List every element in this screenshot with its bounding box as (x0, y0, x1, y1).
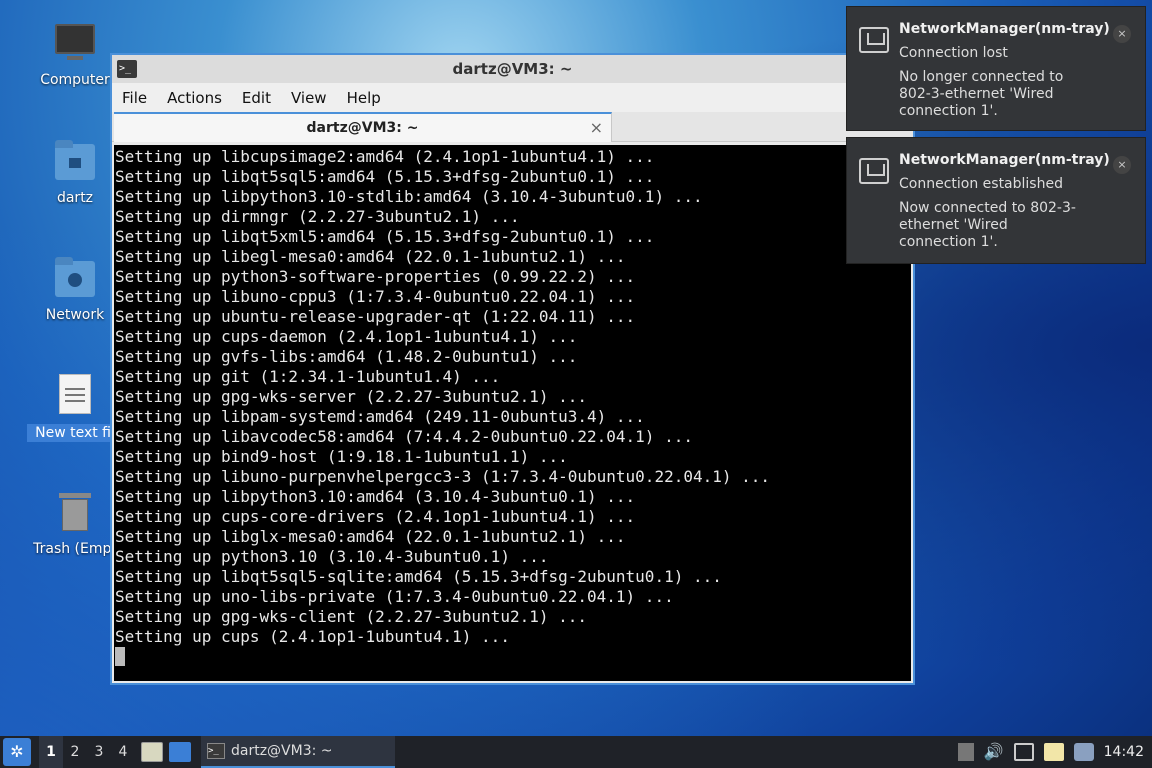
desktop-icon-network[interactable]: Network (27, 257, 123, 323)
menu-actions[interactable]: Actions (157, 89, 232, 107)
desktop-icon-home-folder[interactable]: dartz (27, 140, 123, 206)
terminal-line: Setting up libpython3.10:amd64 (3.10.4-3… (115, 487, 636, 506)
menu-view[interactable]: View (281, 89, 337, 107)
terminal-line: Setting up cups-daemon (2.4.1op1-1ubuntu… (115, 327, 578, 346)
terminal-line: Setting up cups-core-drivers (2.4.1op1-1… (115, 507, 636, 526)
menu-bar: File Actions Edit View Help (112, 83, 913, 112)
start-menu-icon[interactable]: ✲ (3, 738, 31, 766)
terminal-line: Setting up git (1:2.34.1-1ubuntu1.4) ... (115, 367, 501, 386)
tab-close-icon[interactable]: × (590, 118, 603, 137)
terminal-line: Setting up cups (2.4.1op1-1ubuntu4.1) ..… (115, 627, 510, 646)
terminal-line: Setting up gpg-wks-client (2.2.27-3ubunt… (115, 607, 588, 626)
notification-body: No longer connected to 802-3-ethernet 'W… (899, 69, 1064, 119)
tray-arrow-icon[interactable] (957, 743, 974, 761)
notification-connection-lost[interactable]: NetworkManager(nm-tray) Connection lost … (846, 6, 1146, 131)
tab-label: dartz@VM3: ~ (306, 120, 419, 136)
network-wired-icon[interactable] (1013, 743, 1034, 761)
volume-icon[interactable]: 🔊 (984, 743, 1004, 761)
terminal-line: Setting up ubuntu-release-upgrader-qt (1… (115, 307, 636, 326)
terminal-line: Setting up libpython3.10-stdlib:amd64 (3… (115, 187, 703, 206)
terminal-line: Setting up gpg-wks-server (2.2.27-3ubunt… (115, 387, 588, 406)
terminal-line: Setting up libavcodec58:amd64 (7:4.4.2-0… (115, 427, 693, 446)
tab-bar: dartz@VM3: ~ × (112, 112, 913, 142)
terminal-output[interactable]: Setting up libcupsimage2:amd64 (2.4.1op1… (114, 145, 911, 681)
notification-summary: Connection established (899, 176, 1063, 192)
window-title: dartz@VM3: ~ (452, 60, 573, 78)
network-folder-icon (53, 257, 97, 301)
workspace-1[interactable]: 1 (39, 736, 63, 768)
menu-edit[interactable]: Edit (232, 89, 281, 107)
close-icon[interactable]: × (1113, 156, 1131, 174)
notification-summary: Connection lost (899, 45, 1008, 61)
desktop-icon-label: Network (45, 307, 105, 323)
terminal-line: Setting up bind9-host (1:9.18.1-1ubuntu1… (115, 447, 568, 466)
terminal-line: Setting up libqt5sql5-sqlite:amd64 (5.15… (115, 567, 722, 586)
terminal-line: Setting up libegl-mesa0:amd64 (22.0.1-1u… (115, 247, 626, 266)
network-wired-icon (859, 27, 889, 53)
terminal-line: Setting up libpam-systemd:amd64 (249.11-… (115, 407, 645, 426)
network-wired-icon (859, 158, 889, 184)
notification-app: NetworkManager(nm-tray) (899, 152, 1110, 168)
workspace-3[interactable]: 3 (87, 744, 111, 760)
terminal-line: Setting up libuno-cppu3 (1:7.3.4-0ubuntu… (115, 287, 636, 306)
terminal-line: Setting up python3.10 (3.10.4-3ubuntu0.1… (115, 547, 549, 566)
terminal-line: Setting up libqt5xml5:amd64 (5.15.3+dfsg… (115, 227, 655, 246)
terminal-icon: >_ (207, 743, 225, 759)
terminal-line: Setting up uno-libs-private (1:7.3.4-0ub… (115, 587, 674, 606)
notification-body: Now connected to 802-3-ethernet 'Wired c… (899, 200, 1076, 250)
terminal-window[interactable]: >_ dartz@VM3: ~ File Actions Edit View H… (110, 53, 915, 685)
menu-file[interactable]: File (112, 89, 157, 107)
terminal-line: Setting up dirmngr (2.2.27-3ubuntu2.1) .… (115, 207, 520, 226)
notification-connection-established[interactable]: NetworkManager(nm-tray) Connection estab… (846, 137, 1146, 264)
terminal-line: Setting up libglx-mesa0:amd64 (22.0.1-1u… (115, 527, 626, 546)
desktop-icon-label: dartz (56, 190, 94, 206)
notification-app: NetworkManager(nm-tray) (899, 21, 1110, 37)
window-titlebar[interactable]: >_ dartz@VM3: ~ (112, 55, 913, 83)
close-icon[interactable]: × (1113, 25, 1131, 43)
computer-icon (53, 22, 97, 66)
terminal-line: Setting up libcupsimage2:amd64 (2.4.1op1… (115, 147, 655, 166)
terminal-cursor-line (115, 647, 911, 667)
workspace-4[interactable]: 4 (111, 744, 135, 760)
desktop-icon-label: Computer (40, 72, 110, 88)
trash-icon (53, 491, 97, 535)
taskbar-task-terminal[interactable]: >_ dartz@VM3: ~ (201, 736, 395, 768)
text-file-icon (53, 374, 97, 418)
clipboard-icon[interactable] (1043, 743, 1064, 761)
desktop-icon-label: New text fil (27, 424, 123, 442)
menu-help[interactable]: Help (337, 89, 391, 107)
system-tray: 🔊 14:42 (957, 736, 1152, 768)
clock[interactable]: 14:42 (1104, 744, 1144, 760)
show-desktop-icon[interactable] (169, 742, 191, 762)
file-manager-icon[interactable] (141, 742, 163, 762)
terminal-line: Setting up libqt5sql5:amd64 (5.15.3+dfsg… (115, 167, 655, 186)
desktop-icon-computer[interactable]: Computer (27, 22, 123, 88)
terminal-line: Setting up python3-software-properties (… (115, 267, 636, 286)
home-folder-icon (53, 140, 97, 184)
taskbar: ✲ 1 2 3 4 >_ dartz@VM3: ~ 🔊 14:42 (0, 736, 1152, 768)
terminal-line: Setting up libuno-purpenvhelpergcc3-3 (1… (115, 467, 771, 486)
workspace-2[interactable]: 2 (63, 744, 87, 760)
desktop-icon-trash[interactable]: Trash (Empt (27, 491, 123, 557)
terminal-cursor (115, 647, 125, 666)
tab-terminal[interactable]: dartz@VM3: ~ × (114, 112, 612, 142)
task-label: dartz@VM3: ~ (231, 743, 333, 759)
desktop-icon-label: Trash (Empt (33, 541, 117, 557)
update-notifier-icon[interactable] (1073, 743, 1094, 761)
terminal-line: Setting up gvfs-libs:amd64 (1.48.2-0ubun… (115, 347, 578, 366)
desktop-icon-new-text-file[interactable]: New text fil (27, 374, 123, 442)
